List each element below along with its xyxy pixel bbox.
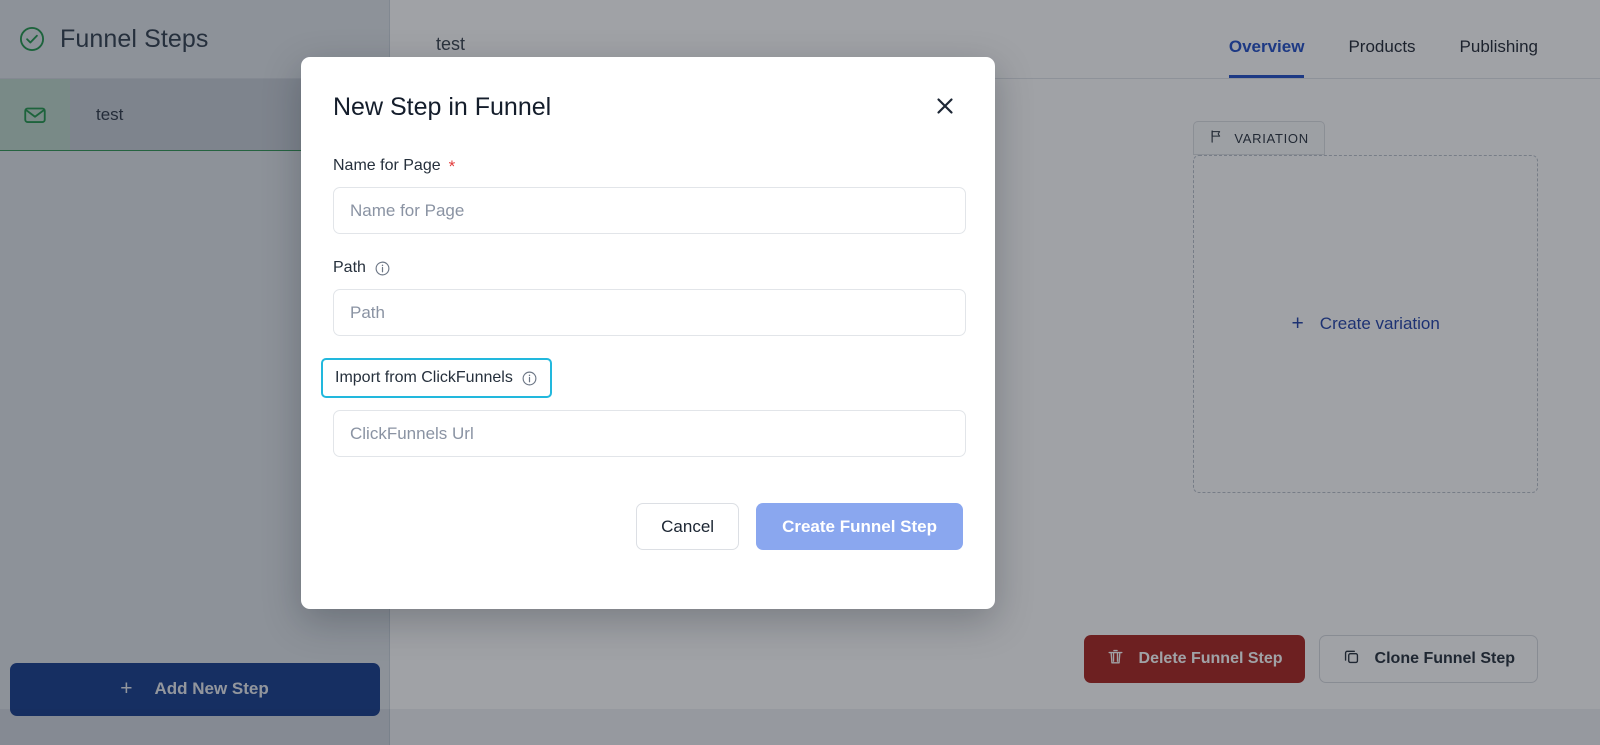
path-field: Path [333, 259, 966, 337]
import-from-clickfunnels-label: Import from ClickFunnels [335, 369, 513, 387]
modal-scrim-bottom-tint [0, 709, 1600, 745]
create-funnel-step-button[interactable]: Create Funnel Step [756, 503, 963, 551]
info-icon[interactable] [374, 260, 391, 277]
path-label: Path [333, 259, 366, 277]
import-from-clickfunnels-field: Import from ClickFunnels [321, 358, 966, 458]
name-for-page-label-row: Name for Page * [333, 157, 455, 175]
path-label-row: Path [333, 259, 391, 277]
name-for-page-label: Name for Page [333, 157, 441, 175]
name-for-page-field: Name for Page * [333, 157, 966, 235]
name-for-page-input[interactable] [333, 187, 966, 235]
dialog-actions: Cancel Create Funnel Step [333, 503, 963, 551]
import-from-clickfunnels-label-row[interactable]: Import from ClickFunnels [321, 358, 552, 399]
close-icon[interactable] [927, 90, 963, 124]
new-step-dialog: New Step in Funnel Name for Page * Path [301, 57, 995, 609]
dialog-title: New Step in Funnel [333, 92, 552, 121]
dialog-header: New Step in Funnel [333, 57, 963, 124]
screen: Funnel Steps test + Add New Step test Ov… [0, 0, 1600, 745]
info-icon[interactable] [521, 370, 538, 387]
cancel-button[interactable]: Cancel [636, 503, 740, 551]
required-marker: * [448, 156, 456, 176]
clickfunnels-url-input[interactable] [333, 410, 966, 458]
path-input[interactable] [333, 289, 966, 337]
